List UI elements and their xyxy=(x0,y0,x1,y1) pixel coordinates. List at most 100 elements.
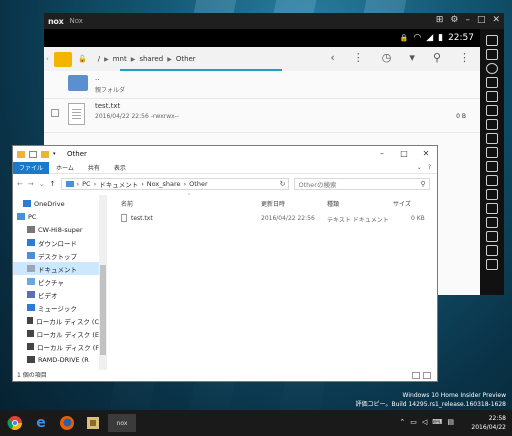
tab-file[interactable]: ファイル xyxy=(13,161,50,174)
breadcrumb-shared[interactable]: shared xyxy=(139,55,163,63)
sidebar-item-1[interactable]: PC xyxy=(13,210,99,223)
taskbar-clock[interactable]: 22:58 2016/04/22 xyxy=(471,414,506,432)
nox-titlebar[interactable]: nox Nox ⊞ ⚙ – □ ✕ xyxy=(44,13,504,29)
help-icon[interactable]: ? xyxy=(428,164,431,171)
nox-taskbar-button[interactable]: nox xyxy=(108,414,136,432)
gamepad-icon[interactable]: ⊞ xyxy=(436,15,444,25)
settings-icon[interactable]: ⚙ xyxy=(450,15,458,25)
explorer-titlebar[interactable]: ▾ Other – □ ✕ xyxy=(13,146,437,162)
volume-up-icon[interactable] xyxy=(486,119,498,130)
sidebar-item-2[interactable]: CW-Hi8-super xyxy=(13,223,99,236)
tab-view[interactable]: 表示 xyxy=(107,163,133,172)
location-icon[interactable] xyxy=(486,63,498,74)
keyboard-icon[interactable] xyxy=(486,49,498,60)
back-icon[interactable] xyxy=(486,231,498,242)
close-icon[interactable]: ✕ xyxy=(415,146,437,160)
tab-home[interactable]: ホーム xyxy=(49,163,81,172)
table-row[interactable]: test.txt 2016/04/22 22:56 テキスト ドキュメント 0 … xyxy=(111,213,437,225)
notification-icon[interactable]: ▤ xyxy=(447,418,454,426)
breadcrumb-other[interactable]: Other xyxy=(176,55,196,63)
column-name[interactable]: 名前 xyxy=(121,199,133,208)
path-documents[interactable]: ドキュメント xyxy=(99,179,138,189)
path-pc[interactable]: PC xyxy=(82,180,90,188)
search-icon[interactable]: ⚲ xyxy=(433,51,441,64)
chevron-left-icon[interactable]: ‹ xyxy=(330,51,334,64)
sidebar-item-12[interactable]: RAMD-DRIVE (R xyxy=(13,353,99,366)
bookmark-icon[interactable]: ▾ xyxy=(409,51,415,64)
sidebar-item-8[interactable]: ミュージック xyxy=(13,301,99,314)
app-icon[interactable] xyxy=(84,414,102,432)
path-nox-share[interactable]: Nox_share xyxy=(147,180,181,188)
large-icons-view-icon[interactable] xyxy=(423,372,431,379)
apk-icon[interactable] xyxy=(486,91,498,102)
maximize-icon[interactable]: □ xyxy=(477,15,486,25)
multi-instance-icon[interactable] xyxy=(486,189,498,200)
search-input[interactable]: Otherの検索 ⚲ xyxy=(293,178,430,190)
rotate-icon[interactable] xyxy=(486,161,498,172)
list-item-parent[interactable]: .. 親フォルダ xyxy=(44,71,480,99)
up-arrow-icon[interactable]: ⌃ xyxy=(399,418,405,426)
keyboard-icon[interactable]: ⌨ xyxy=(432,418,442,426)
pc-icon xyxy=(65,181,74,187)
maximize-icon[interactable]: □ xyxy=(393,146,415,160)
column-size[interactable]: サイズ xyxy=(393,199,411,208)
sidebar-item-7[interactable]: ビデオ xyxy=(13,288,99,301)
new-folder-icon[interactable] xyxy=(41,150,49,158)
chevron-right-icon: › xyxy=(76,180,80,188)
chevron-down-icon[interactable]: ⌄ xyxy=(417,164,422,171)
search-icon[interactable]: ⚲ xyxy=(420,180,425,188)
dropdown-icon[interactable]: ▾ xyxy=(53,151,61,158)
breadcrumb-root[interactable]: / xyxy=(98,55,100,63)
path-other[interactable]: Other xyxy=(189,180,207,188)
breadcrumb-mnt[interactable]: mnt xyxy=(113,55,127,63)
column-type[interactable]: 種類 xyxy=(327,199,339,208)
address-bar[interactable]: › PC › ドキュメント › Nox_share › Other ↻ xyxy=(60,178,289,190)
volume-icon[interactable]: ◁ xyxy=(422,418,427,426)
music-icon xyxy=(27,304,35,311)
chrome-icon[interactable] xyxy=(6,414,24,432)
column-modified[interactable]: 更新日時 xyxy=(261,199,285,208)
shake-icon[interactable] xyxy=(486,147,498,158)
forward-arrow-icon[interactable]: → xyxy=(28,180,34,188)
network-icon[interactable]: ▭ xyxy=(410,418,417,426)
sidebar-item-9[interactable]: ローカル ディスク (C xyxy=(13,314,99,327)
minimize-icon[interactable]: – xyxy=(465,15,470,25)
edge-icon[interactable]: e xyxy=(32,414,50,432)
sidebar-item-0[interactable]: OneDrive xyxy=(13,197,99,210)
sidebar-item-3[interactable]: ダウンロード xyxy=(13,236,99,249)
sidebar-item-5[interactable]: ドキュメント xyxy=(13,262,99,275)
refresh-icon[interactable]: ↻ xyxy=(280,180,286,188)
trash-icon[interactable] xyxy=(486,35,498,46)
folder-icon[interactable] xyxy=(54,51,72,67)
fullscreen-icon[interactable] xyxy=(486,175,498,186)
home-icon[interactable] xyxy=(486,245,498,256)
tree-scrollbar[interactable] xyxy=(99,195,107,370)
recent-apps-icon[interactable] xyxy=(486,259,498,270)
checkmark-icon[interactable] xyxy=(29,150,37,158)
close-icon[interactable]: ✕ xyxy=(492,15,500,25)
firefox-icon[interactable] xyxy=(58,414,76,432)
desktop-icon xyxy=(27,252,35,259)
chevron-down-icon[interactable]: ⌄ xyxy=(39,180,45,188)
folder-share-icon[interactable] xyxy=(486,105,498,116)
minimize-icon[interactable]: – xyxy=(371,146,393,160)
sidebar-item-6[interactable]: ピクチャ xyxy=(13,275,99,288)
kebab-icon[interactable]: ⋮ xyxy=(353,51,364,64)
back-arrow-icon[interactable]: ← xyxy=(17,180,23,188)
sidebar-item-4[interactable]: デスクトップ xyxy=(13,249,99,262)
sidebar-item-11[interactable]: ローカル ディスク (F xyxy=(13,340,99,353)
up-arrow-icon[interactable]: ↑ xyxy=(50,180,56,188)
chevron-left-icon[interactable]: ‹ xyxy=(44,55,52,63)
history-icon[interactable]: ◷ xyxy=(382,51,392,64)
list-item-test-txt[interactable]: test.txt 2016/04/22 22:56 -rwxrwx-- 0 B xyxy=(44,99,480,133)
tab-share[interactable]: 共有 xyxy=(81,163,107,172)
item-checkbox[interactable] xyxy=(51,109,59,117)
macro-icon[interactable] xyxy=(486,203,498,214)
volume-down-icon[interactable] xyxy=(486,133,498,144)
screenshot-icon[interactable] xyxy=(486,77,498,88)
overflow-menu-icon[interactable]: ⋮ xyxy=(459,51,470,64)
scrollbar-thumb[interactable] xyxy=(100,265,106,355)
details-view-icon[interactable] xyxy=(412,372,420,379)
sidebar-item-10[interactable]: ローカル ディスク (E xyxy=(13,327,99,340)
more-icon[interactable] xyxy=(486,217,498,228)
